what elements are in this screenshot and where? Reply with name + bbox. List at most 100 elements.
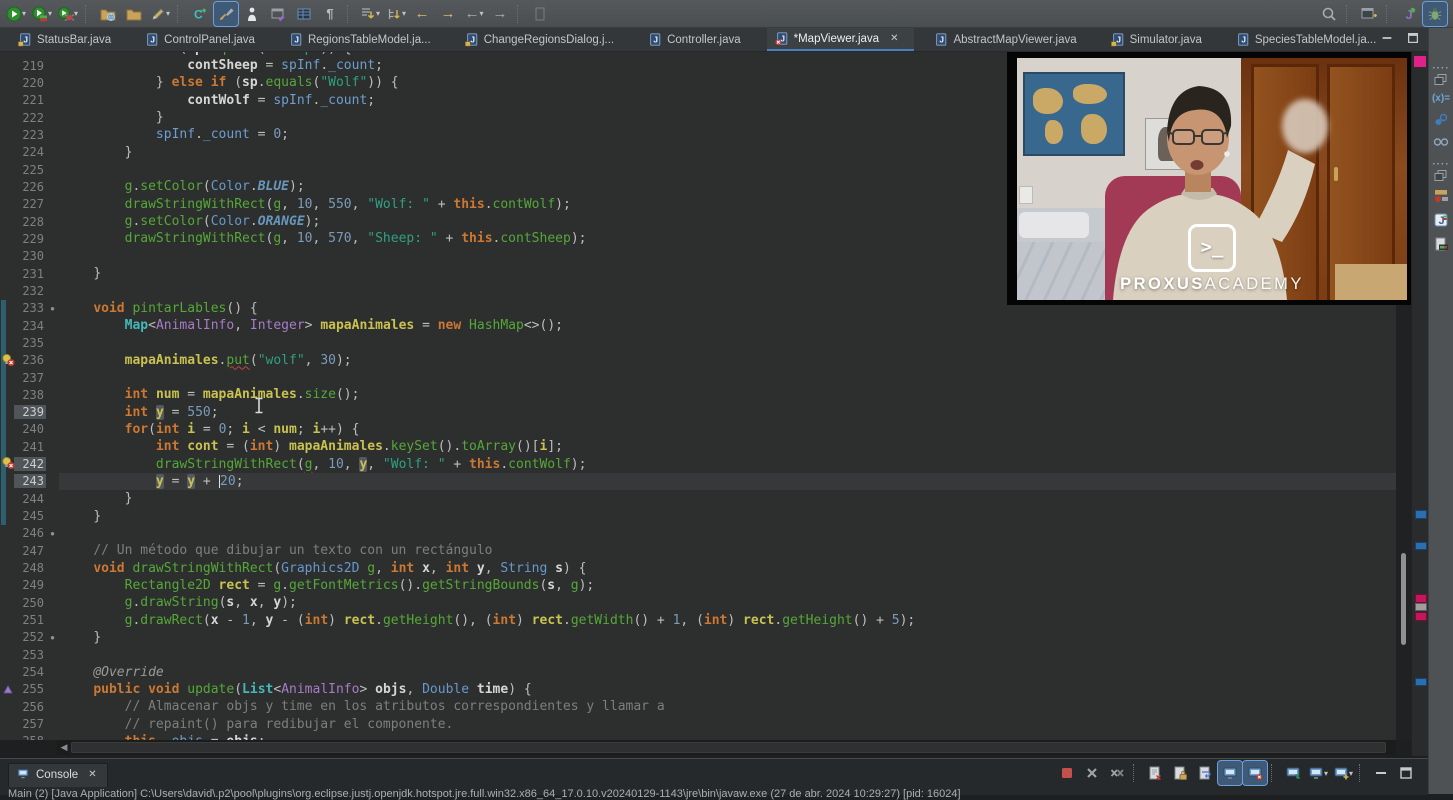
table-view-button[interactable]	[292, 2, 316, 26]
show-whitespace-button[interactable]: ¶	[318, 2, 342, 26]
fold-marker-icon[interactable]: ●	[46, 304, 59, 313]
remove-all-launches-button[interactable]	[1105, 761, 1129, 785]
editor-tab-controller-java[interactable]: JController.java	[640, 28, 755, 51]
line-number[interactable]: 245	[14, 509, 46, 523]
edit-pencil-button[interactable]: ▾	[148, 2, 172, 26]
line-number[interactable]: 255	[14, 682, 46, 696]
breakpoints-view-button[interactable]	[1431, 110, 1451, 130]
restore-views-button[interactable]	[1431, 70, 1451, 90]
open-wizard-button[interactable]	[96, 2, 120, 26]
back-button[interactable]: ←	[410, 2, 434, 26]
open-editor-button[interactable]	[266, 2, 290, 26]
search-button[interactable]	[1317, 2, 1341, 26]
line-number[interactable]: 221	[14, 93, 46, 107]
hierarchy-button[interactable]: ▾	[384, 2, 408, 26]
run-button[interactable]: ▾	[4, 2, 28, 26]
error-marker-icon[interactable]	[1, 353, 15, 367]
error-indicator-icon[interactable]	[1414, 56, 1426, 67]
line-number[interactable]: 231	[14, 267, 46, 281]
open-console-button-dropdown[interactable]: ▾	[1349, 769, 1353, 778]
debug-button[interactable]: ▾	[56, 2, 80, 26]
editor-tab-mapviewer-java[interactable]: J*MapViewer.java✕	[767, 28, 915, 51]
line-number[interactable]: 226	[14, 180, 46, 194]
maximize-editor-button[interactable]	[1406, 31, 1420, 50]
annotation-marker[interactable]	[1415, 510, 1427, 519]
line-number[interactable]: 225	[14, 163, 46, 177]
last-edit-location-button[interactable]	[528, 2, 552, 26]
editor-horizontal-scrollbar[interactable]: ◀	[57, 740, 1396, 755]
line-number[interactable]: 257	[14, 717, 46, 731]
run-button-dropdown[interactable]: ▾	[22, 9, 26, 18]
remove-launch-button[interactable]	[1080, 761, 1104, 785]
console-tab[interactable]: Console ✕	[8, 763, 108, 787]
coverage-button[interactable]: ▾	[30, 2, 54, 26]
line-number[interactable]: 236	[14, 353, 46, 367]
line-number[interactable]: 241	[14, 440, 46, 454]
extract-button[interactable]	[240, 2, 264, 26]
new-class-button[interactable]: C	[188, 2, 212, 26]
line-number[interactable]: 235	[14, 336, 46, 350]
line-number[interactable]: 246	[14, 526, 46, 540]
terminate-button[interactable]	[1055, 761, 1079, 785]
open-console-button[interactable]: ▾	[1331, 761, 1355, 785]
open-folder-button[interactable]	[122, 2, 146, 26]
expressions-view-button[interactable]	[1431, 131, 1451, 151]
line-number[interactable]: 219	[14, 59, 46, 73]
open-perspective-button[interactable]	[1357, 2, 1381, 26]
editor-tab-controlpanel-java[interactable]: JControlPanel.java	[137, 28, 269, 51]
debug-view-button[interactable]	[1431, 186, 1451, 206]
line-number[interactable]: 256	[14, 700, 46, 714]
variables-view-button[interactable]: (x)=	[1431, 88, 1451, 108]
line-number[interactable]: 220	[14, 76, 46, 90]
line-number[interactable]: 258	[14, 734, 46, 740]
line-number[interactable]: 227	[14, 197, 46, 211]
line-number[interactable]: 228	[14, 215, 46, 229]
line-number[interactable]: 244	[14, 492, 46, 506]
vertical-scrollbar-thumb[interactable]	[1401, 553, 1406, 645]
mark-occurrences-button[interactable]	[214, 2, 238, 26]
line-number[interactable]: 253	[14, 648, 46, 662]
annotation-marker[interactable]	[1415, 612, 1427, 621]
fold-marker-icon[interactable]: ●	[46, 529, 59, 538]
editor-tab-regionstablemodel-ja[interactable]: JRegionsTableModel.ja...	[281, 28, 445, 51]
line-number[interactable]: 222	[14, 111, 46, 125]
horizontal-scrollbar-thumb[interactable]	[71, 742, 1386, 753]
forward-button[interactable]: →	[436, 2, 460, 26]
display-console-button[interactable]: ▾	[1306, 761, 1330, 785]
forward-history-button[interactable]: →	[488, 2, 512, 26]
annotation-marker[interactable]	[1415, 594, 1427, 603]
minimize-editor-button[interactable]	[1380, 31, 1394, 50]
line-number[interactable]: 237	[14, 371, 46, 385]
fold-marker-icon[interactable]: ●	[46, 633, 59, 642]
line-number[interactable]: 248	[14, 561, 46, 575]
hierarchy-button-dropdown[interactable]: ▾	[402, 9, 406, 18]
junit-view-button[interactable]: J	[1431, 210, 1451, 230]
clear-console-button[interactable]	[1143, 761, 1167, 785]
line-number[interactable]: 233	[14, 301, 46, 315]
maximize-console-button[interactable]	[1394, 761, 1418, 785]
pin-console-button[interactable]	[1281, 761, 1305, 785]
show-stderr-button[interactable]	[1243, 761, 1267, 785]
edit-pencil-button-dropdown[interactable]: ▾	[166, 9, 170, 18]
show-stdout-button[interactable]	[1218, 761, 1242, 785]
java-perspective-button[interactable]: J	[1397, 2, 1421, 26]
coverage-button-dropdown[interactable]: ▾	[48, 9, 52, 18]
line-number[interactable]: 238	[14, 388, 46, 402]
back-history-button-dropdown[interactable]: ▾	[479, 9, 483, 18]
scroll-lock-button[interactable]	[1168, 761, 1192, 785]
editor-tab-changeregionsdialog-j[interactable]: JChangeRegionsDialog.j...	[457, 28, 628, 51]
line-number[interactable]: 229	[14, 232, 46, 246]
overview-ruler[interactable]	[1411, 52, 1429, 756]
save-list-button[interactable]: ▾	[358, 2, 382, 26]
line-number[interactable]: 249	[14, 578, 46, 592]
line-number[interactable]: 234	[14, 319, 46, 333]
line-number[interactable]: 223	[14, 128, 46, 142]
close-tab-button[interactable]: ✕	[888, 32, 900, 45]
line-number[interactable]: 251	[14, 613, 46, 627]
minimize-console-button[interactable]	[1369, 761, 1393, 785]
line-number[interactable]: 240	[14, 422, 46, 436]
line-number[interactable]: 247	[14, 544, 46, 558]
line-number[interactable]: 230	[14, 249, 46, 263]
line-number[interactable]: 252	[14, 630, 46, 644]
line-number[interactable]: 242	[14, 457, 46, 471]
